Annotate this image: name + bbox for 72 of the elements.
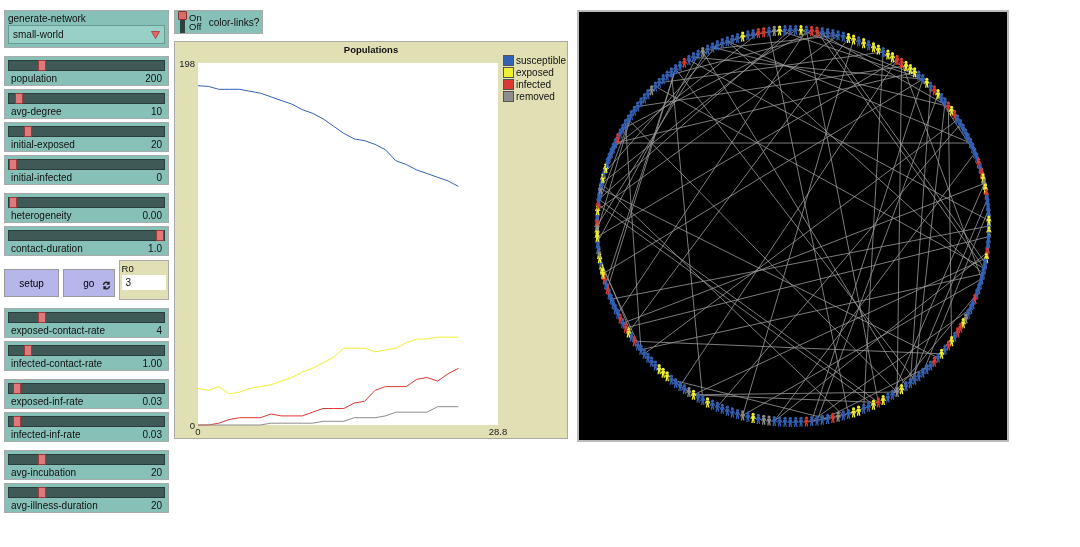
slider-value: 0 bbox=[156, 172, 162, 183]
slider-thumb[interactable] bbox=[38, 454, 47, 465]
slider-thumb[interactable] bbox=[38, 312, 47, 323]
slider-track[interactable] bbox=[8, 383, 165, 394]
slider-thumb[interactable] bbox=[9, 197, 17, 208]
plot-title: Populations bbox=[342, 43, 400, 55]
slider-label: population bbox=[11, 73, 58, 84]
dropdown-field[interactable]: small-world bbox=[8, 25, 165, 44]
slider-value: 1.00 bbox=[142, 358, 162, 369]
slider-label: heterogeneity bbox=[11, 210, 72, 221]
slider-thumb[interactable] bbox=[23, 345, 32, 356]
monitor-value: 3 bbox=[121, 275, 166, 290]
slider-track[interactable] bbox=[8, 159, 165, 170]
dropdown-arrow-icon bbox=[151, 30, 160, 39]
x-tick-label: 0 bbox=[195, 426, 201, 437]
slider-track[interactable] bbox=[8, 93, 165, 104]
legend-label: exposed bbox=[516, 67, 554, 78]
slider-value: 0.03 bbox=[142, 429, 162, 440]
slider-thumb[interactable] bbox=[14, 93, 23, 104]
legend-swatch bbox=[503, 67, 514, 78]
slider-value: 4 bbox=[156, 325, 162, 336]
slider-track[interactable] bbox=[8, 60, 165, 71]
slider-label: avg-degree bbox=[11, 106, 62, 117]
slider-thumb[interactable] bbox=[38, 487, 47, 498]
monitor-label: R0 bbox=[121, 263, 135, 274]
slider-track[interactable] bbox=[8, 126, 165, 137]
on-label: On bbox=[189, 13, 202, 22]
toggle-switch[interactable] bbox=[178, 11, 187, 33]
slider-track[interactable] bbox=[8, 230, 165, 241]
slider-label: initial-infected bbox=[11, 172, 73, 183]
switch-label: color-links? bbox=[208, 16, 260, 28]
slider-thumb[interactable] bbox=[13, 416, 22, 427]
y-tick-label: 0 bbox=[189, 419, 195, 431]
legend-label: susceptible bbox=[516, 55, 567, 66]
legend-swatch bbox=[503, 79, 514, 90]
slider-label: infected-contact-rate bbox=[11, 358, 103, 369]
command-button[interactable]: go bbox=[63, 269, 115, 297]
slider-track[interactable] bbox=[8, 312, 165, 323]
slider-value: 200 bbox=[145, 73, 162, 84]
chooser-label: generate-network bbox=[8, 13, 87, 24]
legend-swatch bbox=[503, 55, 514, 66]
legend-label: infected bbox=[516, 79, 552, 90]
x-tick-label: 28.8 bbox=[488, 426, 508, 437]
slider-thumb[interactable] bbox=[156, 230, 164, 241]
slider-label: avg-incubation bbox=[11, 467, 77, 478]
slider-label: infected-inf-rate bbox=[11, 429, 81, 440]
slider-label: contact-duration bbox=[11, 243, 83, 254]
slider-label: exposed-inf-rate bbox=[11, 396, 84, 407]
slider-value: 10 bbox=[150, 106, 162, 117]
slider-track[interactable] bbox=[8, 487, 165, 498]
command-button[interactable]: setup bbox=[4, 269, 60, 297]
slider-track[interactable] bbox=[8, 345, 165, 356]
slider-thumb[interactable] bbox=[13, 383, 22, 394]
slider-label: exposed-contact-rate bbox=[11, 325, 105, 336]
y-tick-label: 198 bbox=[179, 57, 195, 69]
slider-track[interactable] bbox=[8, 416, 165, 427]
slider-thumb[interactable] bbox=[9, 159, 17, 170]
slider-value: 20 bbox=[150, 139, 162, 150]
legend-label: removed bbox=[516, 91, 555, 102]
slider-track[interactable] bbox=[8, 454, 165, 465]
slider-thumb[interactable] bbox=[23, 126, 32, 137]
slider-label: initial-exposed bbox=[11, 139, 75, 150]
slider-label: avg-illness-duration bbox=[11, 500, 98, 511]
slider-track[interactable] bbox=[8, 197, 165, 208]
legend-swatch bbox=[503, 91, 514, 102]
slider-value: 20 bbox=[150, 500, 162, 511]
slider-thumb[interactable] bbox=[38, 60, 47, 71]
slider-value: 20 bbox=[150, 467, 162, 478]
slider-value: 0.00 bbox=[142, 210, 162, 221]
slider-value: 0.03 bbox=[142, 396, 162, 407]
slider-value: 1.0 bbox=[148, 243, 162, 254]
off-label: Off bbox=[189, 22, 202, 31]
